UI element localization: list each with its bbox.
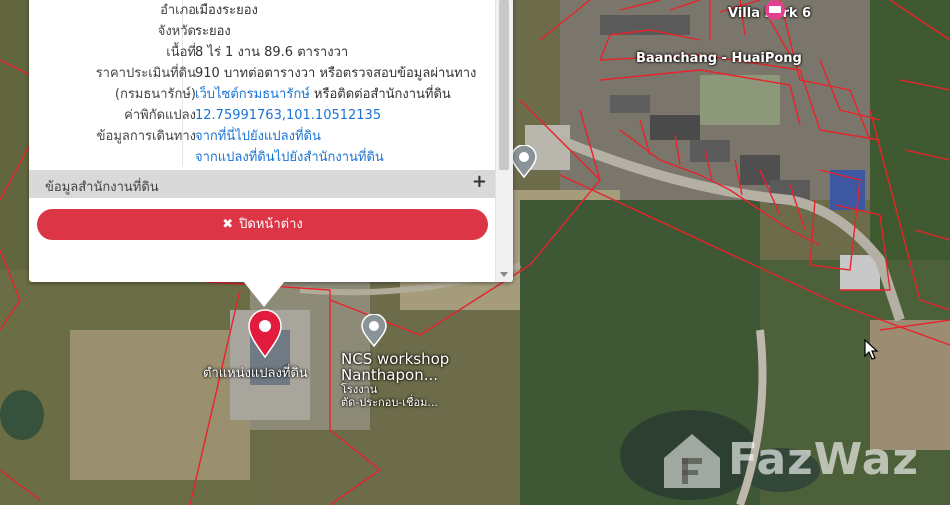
info-row-directions: ข้อมูลการเดินทาง จากที่นี่ไปยังแปลงที่ดิ… [29, 126, 499, 147]
info-row-area: เนื้อที่ 8 ไร่ 1 งาน 89.6 ตารางวา [29, 42, 499, 63]
map-poi-pin-icon[interactable] [510, 145, 538, 179]
info-label: (กรมธนารักษ์) [114, 87, 196, 102]
info-value-group: เว็บไซต์กรมธนารักษ์ หรือติดต่อสำนักงานที… [195, 84, 451, 105]
info-label: อำเภอ [160, 3, 196, 18]
directions-to-parcel-link[interactable]: จากที่นี่ไปยังแปลงที่ดิน [195, 126, 321, 147]
info-row-appraisal-price: ราคาประเมินที่ดิน 910 บาทต่อตารางวา หรือ… [29, 63, 499, 84]
info-row-coordinates: ค่าพิกัดแปลง 12.75991763,101.10512135 [29, 105, 499, 126]
info-row-district: อำเภอ เมืองระยอง [29, 0, 499, 21]
coordinates-link[interactable]: 12.75991763,101.10512135 [195, 105, 381, 126]
workshop-poi-pin-icon[interactable] [360, 314, 388, 348]
info-value: ระยอง [195, 24, 231, 39]
info-row-province: จังหวัด ระยอง [29, 21, 499, 42]
contact-land-office-text: หรือติดต่อสำนักงานที่ดิน [309, 87, 451, 102]
scrollbar-thumb[interactable] [499, 0, 509, 170]
parcel-pin-label: ตำแหน่งแปลงที่ดิน [203, 366, 308, 381]
workshop-poi-category-line1: โรงงาน [341, 383, 378, 396]
parcel-location-pin-icon[interactable] [247, 309, 283, 359]
close-window-button[interactable]: ✖ ปิดหน้าต่าง [37, 209, 488, 240]
workshop-poi-name-line1: NCS workshop [341, 350, 450, 368]
workshop-poi-label[interactable]: NCS workshop Nanthapon... [341, 351, 449, 383]
info-row-treasury-dept: (กรมธนารักษ์) เว็บไซต์กรมธนารักษ์ หรือติ… [29, 84, 499, 105]
info-label: ราคาประเมินที่ดิน [95, 66, 196, 81]
popup-scrollbar[interactable] [495, 0, 513, 282]
fazwaz-watermark: FazWaz [660, 428, 945, 494]
workshop-poi-category-line2: ตัด-ประกอบ-เชื่อม... [341, 396, 438, 409]
popup-pointer-tail [243, 281, 285, 307]
fazwaz-logo-icon [664, 434, 720, 488]
workshop-poi-category: โรงงาน ตัด-ประกอบ-เชื่อม... [341, 383, 438, 409]
resort-subname-label: Baanchang - HuaiPong [636, 51, 802, 66]
hotel-icon[interactable] [762, 0, 788, 22]
info-label: จังหวัด [157, 24, 196, 39]
info-value: 910 บาทต่อตารางวา หรือตรวจสอบข้อมูลผ่านท… [195, 66, 477, 81]
directions-to-land-office-link[interactable]: จากแปลงที่ดินไปยังสำนักงานที่ดิน [195, 147, 384, 168]
expand-plus-icon[interactable]: + [472, 171, 487, 192]
info-label: เนื้อที่ [166, 45, 196, 60]
info-value: 8 ไร่ 1 งาน 89.6 ตารางวา [195, 45, 349, 60]
info-label: ข้อมูลการเดินทาง [96, 129, 196, 144]
info-label: ค่าพิกัดแปลง [124, 108, 196, 123]
treasury-website-link[interactable]: เว็บไซต์กรมธนารักษ์ [195, 87, 310, 102]
close-window-label: ปิดหน้าต่าง [239, 217, 303, 232]
info-value: เมืองระยอง [195, 3, 258, 18]
workshop-poi-name-line2: Nanthapon... [341, 366, 439, 384]
close-icon: ✖ [222, 217, 234, 232]
mouse-cursor-icon [864, 339, 879, 360]
scroll-down-arrow-icon[interactable] [500, 272, 508, 277]
land-office-section-header[interactable]: ข้อมูลสำนักงานที่ดิน + [29, 170, 495, 198]
land-parcel-info-popup: อำเภอ เมืองระยอง จังหวัด ระยอง เนื้อที่ … [29, 0, 513, 282]
info-row-directions-office: จากแปลงที่ดินไปยังสำนักงานที่ดิน [29, 147, 499, 168]
land-office-section-label: ข้อมูลสำนักงานที่ดิน [45, 180, 159, 195]
fazwaz-watermark-text: FazWaz [728, 434, 920, 485]
